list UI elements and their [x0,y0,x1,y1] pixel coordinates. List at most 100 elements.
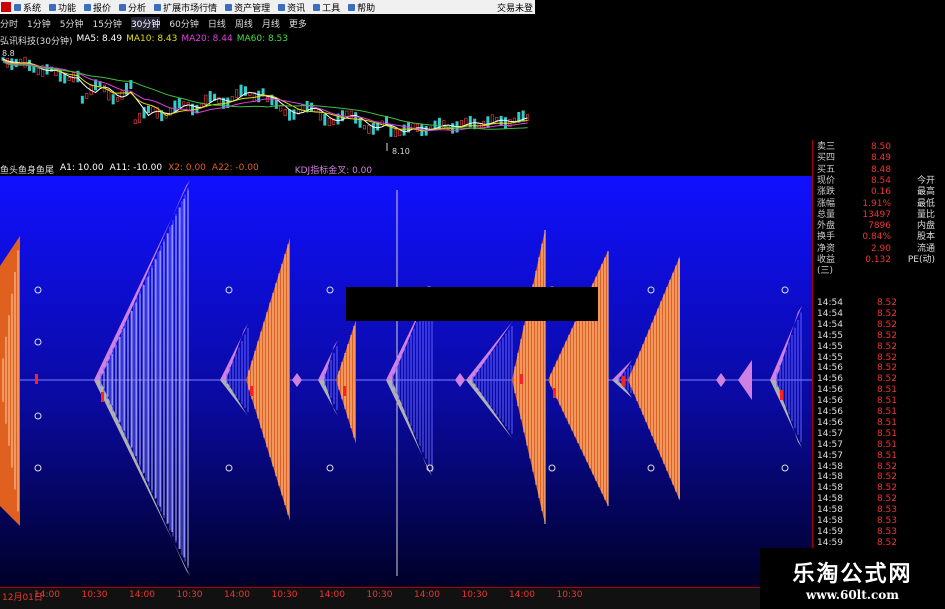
period-day[interactable]: 日线 [208,17,226,30]
period-60min[interactable]: 60分钟 [169,17,198,30]
candle [85,92,89,99]
candle [354,112,358,124]
candle [473,118,477,130]
candle [32,66,36,73]
menu-item-extended-market[interactable]: 扩展市场行情 [154,1,217,14]
indicator-a11: A11: -10.00 [109,163,163,173]
trade-price: 8.51 [876,385,897,396]
period-more[interactable]: 更多 [289,17,307,30]
trade-row: 14:58 8.53 [817,516,943,527]
indicator-panel[interactable] [0,176,815,587]
low-mark-label: 8.10 [392,147,410,156]
trade-time: 14:55 [817,352,843,363]
time-axis-label: 10:30 [556,590,583,600]
trade-time: 14:57 [817,450,843,461]
menu-item-help[interactable]: 帮助 [348,1,375,14]
trade-price: 8.52 [876,461,897,472]
candle [67,76,71,81]
time-axis-label: 14:00 [319,590,345,600]
candle [36,68,40,76]
quote-icon [84,3,92,11]
candle [323,114,327,126]
trade-time: 14:54 [817,298,843,308]
quote-price: 2.90 [870,243,891,254]
trade-row: 14:54 8.52 [817,320,943,331]
quote-vol: 内盘 [916,221,935,232]
candle [288,109,292,121]
trade-price: 8.52 [876,330,897,341]
quote-row: 买五 8.48 [817,165,943,176]
candle [173,100,177,113]
trade-row: 14:56 8.52 [817,374,943,385]
quote-price: 0.84% [862,232,891,243]
trade-time: 14:56 [817,385,843,396]
time-axis-label: 14:00 [34,590,60,600]
app-logo-icon [1,2,11,12]
indicator-x2: X2: 0.00 [168,163,206,173]
quote-vol: 流通 [916,243,935,254]
trade-time: 14:57 [817,439,843,450]
trade-time: 14:54 [817,308,843,319]
kline-chart[interactable]: 8.8 8.10 [0,47,535,162]
trade-row: 14:56 8.51 [817,418,943,429]
menu-item-news[interactable]: 资讯 [278,1,305,14]
trade-price: 8.51 [876,428,897,439]
trade-price: 8.52 [876,352,897,363]
menu-item-asset-management[interactable]: 资产管理 [225,1,270,14]
period-timeshare[interactable]: 分时 [0,17,18,30]
trade-time: 14:56 [817,374,843,385]
indicator-title: 鱼头鱼身鱼尾 A1: 10.00 A11: -10.00 X2: 0.00 A2… [0,163,810,176]
stock-name: 弘讯科技(30分钟) [0,37,73,47]
candle [80,95,84,104]
trade-row: 14:59 8.53 [817,527,943,538]
menu-item-system[interactable]: 系统 [14,1,41,14]
trade-row: 14:58 8.52 [817,494,943,505]
menu-item-quote[interactable]: 报价 [84,1,111,14]
candle [120,90,124,100]
trade-time: 14:58 [817,461,843,472]
candle [371,123,375,135]
quote-vol: 量比 [916,209,935,220]
candle [133,119,137,125]
quote-label: 涨幅 [817,198,836,209]
period-week[interactable]: 周线 [235,17,253,30]
trade-price: 8.52 [876,319,897,330]
period-month[interactable]: 月线 [262,17,280,30]
system-icon [14,3,21,11]
menu-item-function[interactable]: 功能 [49,1,76,14]
signal-mark [35,374,38,384]
trade-price: 8.52 [876,341,897,352]
trade-login-status[interactable]: 交易未登 [497,1,533,14]
candle [239,84,243,97]
trade-row: 14:55 8.52 [817,331,943,342]
trade-price: 8.52 [876,483,897,494]
candle [63,74,67,84]
menu-item-analysis[interactable]: 分析 [119,1,146,14]
asset-icon [225,3,233,11]
candle [235,89,239,98]
quote-label: 收益(三) [817,255,836,276]
watermark-url: www.60lt.com [806,587,899,602]
signal-mark [780,390,783,400]
watermark: 乐淘公式网 www.60lt.com [760,548,945,609]
ma5-value: MA5: 8.49 [76,34,123,44]
kline-title: 弘讯科技(30分钟) MA5: 8.49 MA10: 8.43 MA20: 8.… [0,34,535,47]
news-icon [278,3,286,11]
trade-time: 14:58 [817,516,843,526]
trade-price: 8.52 [876,308,897,319]
candle [292,109,296,120]
trade-row: 14:58 8.53 [817,505,943,516]
trade-row: 14:56 8.51 [817,396,943,407]
candle [464,117,468,125]
menu-item-tools[interactable]: 工具 [313,1,340,14]
period-1min[interactable]: 1分钟 [27,17,51,30]
period-5min[interactable]: 5分钟 [60,17,84,30]
period-30min[interactable]: 30分钟 [130,16,161,30]
candle [486,116,490,128]
period-15min[interactable]: 15分钟 [92,17,121,30]
candle [208,91,212,103]
trade-row: 14:55 8.52 [817,353,943,364]
quote-row: 收益(三) 0.132 PE(动) [817,255,943,276]
quote-label: 现价 [817,175,836,186]
time-axis-label: 14:00 [509,590,535,600]
